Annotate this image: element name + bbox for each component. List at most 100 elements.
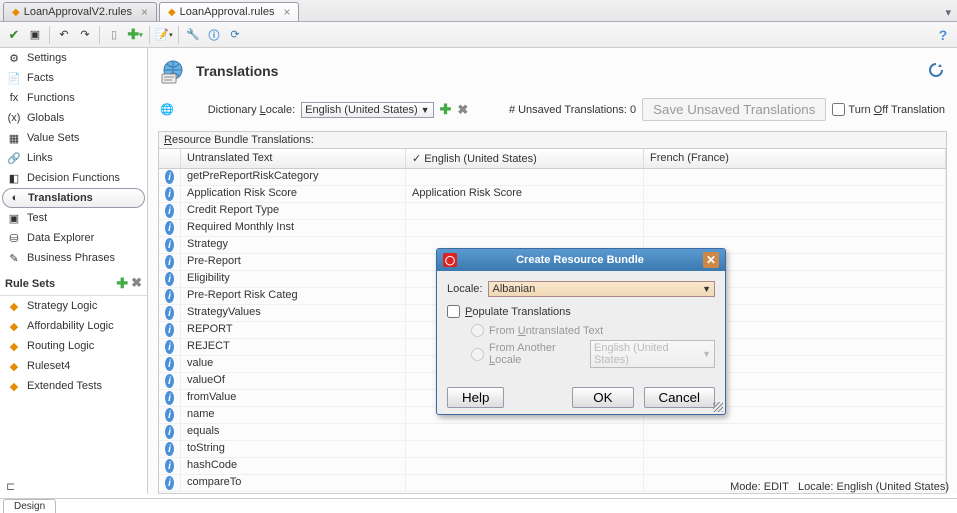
- validate-button[interactable]: ✔: [5, 26, 23, 44]
- populate-translations-checkbox[interactable]: Populate Translations: [447, 305, 715, 318]
- cell-untranslated[interactable]: toString: [181, 441, 406, 457]
- cell-french[interactable]: [644, 458, 946, 474]
- cell-untranslated[interactable]: Application Risk Score: [181, 186, 406, 202]
- cell-untranslated[interactable]: REJECT: [181, 339, 406, 355]
- cell-french[interactable]: [644, 441, 946, 457]
- table-row[interactable]: i getPreReportRiskCategory: [159, 169, 946, 186]
- cell-untranslated[interactable]: value: [181, 356, 406, 372]
- save-icon[interactable]: ▣: [26, 26, 44, 44]
- cell-untranslated[interactable]: StrategyValues: [181, 305, 406, 321]
- cell-untranslated[interactable]: fromValue: [181, 390, 406, 406]
- cell-english[interactable]: [406, 169, 644, 185]
- close-icon[interactable]: ×: [283, 5, 290, 19]
- cell-untranslated[interactable]: name: [181, 407, 406, 423]
- sidebar-item-globals[interactable]: (x)Globals: [0, 108, 147, 128]
- cell-english[interactable]: Application Risk Score: [406, 186, 644, 202]
- remove-locale-button[interactable]: ✖: [457, 102, 468, 118]
- cell-untranslated[interactable]: Eligibility: [181, 271, 406, 287]
- cell-untranslated[interactable]: Pre-Report Risk Categ: [181, 288, 406, 304]
- cell-french[interactable]: [644, 203, 946, 219]
- ruleset-item[interactable]: ◆Strategy Logic: [0, 296, 147, 316]
- col-english[interactable]: ✓ English (United States): [406, 149, 644, 168]
- cell-untranslated[interactable]: Strategy: [181, 237, 406, 253]
- cell-untranslated[interactable]: compareTo: [181, 475, 406, 491]
- add-locale-button[interactable]: ✚: [440, 101, 452, 118]
- cell-untranslated[interactable]: valueOf: [181, 373, 406, 389]
- cell-english[interactable]: [406, 475, 644, 491]
- table-row[interactable]: i toString: [159, 441, 946, 458]
- table-row[interactable]: i hashCode: [159, 458, 946, 475]
- dialog-locale-select[interactable]: Albanian ▼: [488, 281, 715, 297]
- ruleset-item[interactable]: ◆Ruleset4: [0, 356, 147, 376]
- tab-loanapproval[interactable]: ◆ LoanApproval.rules ×: [159, 2, 300, 21]
- cut-icon[interactable]: ▯: [105, 26, 123, 44]
- refresh-button[interactable]: [927, 61, 945, 82]
- help-icon[interactable]: ?: [934, 26, 952, 44]
- cell-untranslated[interactable]: Pre-Report: [181, 254, 406, 270]
- cell-french[interactable]: [644, 424, 946, 440]
- add-button[interactable]: ✚▾: [126, 26, 144, 44]
- cell-untranslated[interactable]: Credit Report Type: [181, 203, 406, 219]
- sidebar-item-functions[interactable]: fxFunctions: [0, 88, 147, 108]
- panel-toggle[interactable]: ⊏: [6, 480, 15, 493]
- sidebar-item-links[interactable]: 🔗Links: [0, 148, 147, 168]
- sidebar-item-data-explorer[interactable]: ⛁Data Explorer: [0, 228, 147, 248]
- page-header: Translations: [148, 48, 957, 94]
- redo-button[interactable]: ↷: [76, 26, 94, 44]
- ruleset-item[interactable]: ◆Routing Logic: [0, 336, 147, 356]
- col-french[interactable]: French (France): [644, 149, 946, 168]
- turnoff-translation-checkbox[interactable]: Turn Off Translation: [832, 103, 945, 116]
- edit-icon[interactable]: 📝▾: [155, 26, 173, 44]
- cell-untranslated[interactable]: equals: [181, 424, 406, 440]
- resize-handle[interactable]: [713, 402, 723, 412]
- sidebar-item-test[interactable]: ▣Test: [0, 208, 147, 228]
- info-icon[interactable]: ⓘ: [205, 26, 223, 44]
- refresh-icon[interactable]: ⟳: [226, 26, 244, 44]
- sidebar-item-business-phrases[interactable]: ✎Business Phrases: [0, 248, 147, 268]
- undo-button[interactable]: ↶: [55, 26, 73, 44]
- tabs-dropdown[interactable]: ▾: [939, 4, 957, 21]
- sidebar-item-settings[interactable]: ⚙Settings: [0, 48, 147, 68]
- tab-loanapprovalv2[interactable]: ◆ LoanApprovalV2.rules ×: [3, 2, 157, 21]
- sidebar-item-value-sets[interactable]: ▦Value Sets: [0, 128, 147, 148]
- add-ruleset-button[interactable]: ✚: [116, 275, 128, 292]
- close-dialog-button[interactable]: ✕: [703, 252, 719, 268]
- tab-label: LoanApprovalV2.rules: [24, 6, 132, 18]
- save-translations-button[interactable]: Save Unsaved Translations: [642, 98, 826, 121]
- table-row[interactable]: i Credit Report Type: [159, 203, 946, 220]
- cell-untranslated[interactable]: Required Monthly Inst: [181, 220, 406, 236]
- close-icon[interactable]: ×: [141, 5, 148, 19]
- sidebar-icon: 🔗: [7, 151, 21, 165]
- sidebar-item-translations[interactable]: ◐Translations: [2, 188, 145, 208]
- wrench-icon[interactable]: 🔧: [184, 26, 202, 44]
- cell-english[interactable]: [406, 203, 644, 219]
- cell-french[interactable]: [644, 220, 946, 236]
- cancel-button[interactable]: Cancel: [644, 387, 716, 408]
- cell-english[interactable]: [406, 441, 644, 457]
- cell-english[interactable]: [406, 458, 644, 474]
- design-tab[interactable]: Design: [3, 499, 56, 513]
- turnoff-checkbox-input[interactable]: [832, 103, 845, 116]
- ruleset-item[interactable]: ◆Extended Tests: [0, 376, 147, 396]
- table-row[interactable]: i Required Monthly Inst: [159, 220, 946, 237]
- remove-ruleset-button[interactable]: ✖: [131, 275, 142, 292]
- cell-untranslated[interactable]: getPreReportRiskCategory: [181, 169, 406, 185]
- sidebar-item-label: Value Sets: [27, 132, 79, 144]
- col-untranslated[interactable]: Untranslated Text: [181, 149, 406, 168]
- cell-english[interactable]: [406, 220, 644, 236]
- ok-button[interactable]: OK: [572, 387, 633, 408]
- cell-english[interactable]: [406, 424, 644, 440]
- cell-french[interactable]: [644, 186, 946, 202]
- sidebar-item-facts[interactable]: 📄Facts: [0, 68, 147, 88]
- table-row[interactable]: i equals: [159, 424, 946, 441]
- help-button[interactable]: Help: [447, 387, 504, 408]
- cell-untranslated[interactable]: REPORT: [181, 322, 406, 338]
- dialog-titlebar[interactable]: ◯ Create Resource Bundle ✕: [437, 249, 725, 271]
- locale-dropdown[interactable]: English (United States) ▼: [301, 102, 433, 118]
- populate-checkbox-input[interactable]: [447, 305, 460, 318]
- sidebar-item-decision-functions[interactable]: ◧Decision Functions: [0, 168, 147, 188]
- ruleset-item[interactable]: ◆Affordability Logic: [0, 316, 147, 336]
- cell-untranslated[interactable]: hashCode: [181, 458, 406, 474]
- cell-french[interactable]: [644, 169, 946, 185]
- table-row[interactable]: i Application Risk Score Application Ris…: [159, 186, 946, 203]
